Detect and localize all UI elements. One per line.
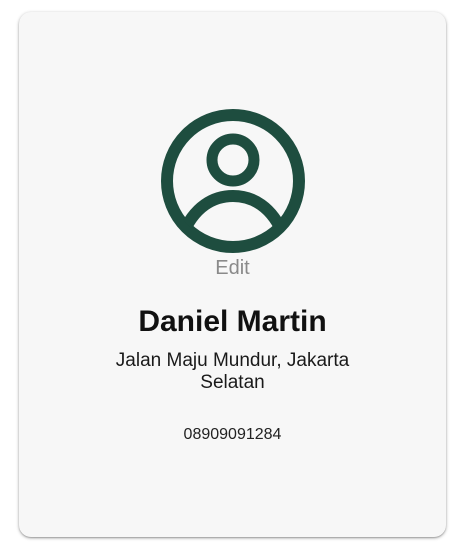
profile-address: Jalan Maju Mundur, Jakarta Selatan xyxy=(115,350,350,393)
profile-name: Daniel Martin xyxy=(138,305,327,338)
user-circle-icon[interactable] xyxy=(160,108,306,254)
profile-phone: 08909091284 xyxy=(183,426,282,443)
edit-button[interactable]: Edit xyxy=(19,257,446,280)
avatar-graphic xyxy=(161,109,305,253)
profile-card: Edit Daniel Martin Jalan Maju Mundur, Ja… xyxy=(19,12,446,537)
